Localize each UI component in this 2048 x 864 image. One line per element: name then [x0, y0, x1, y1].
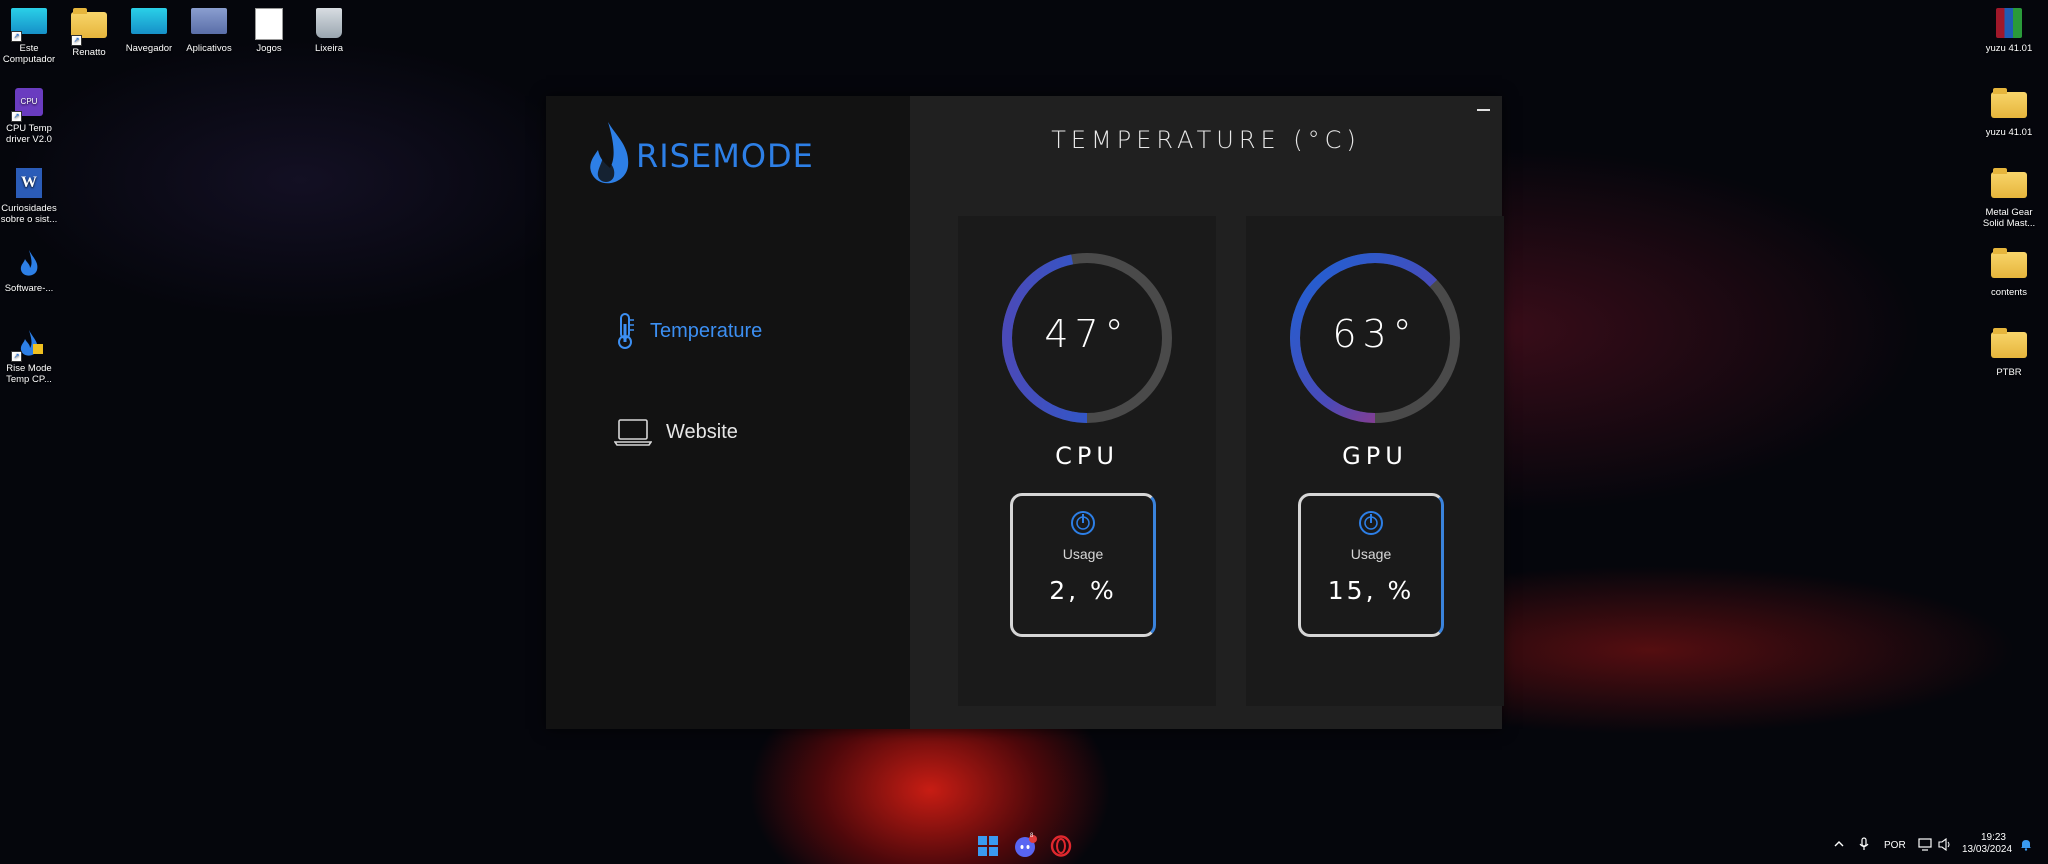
desktop-icon-metal-gear[interactable]: Metal Gear Solid Mast...: [1978, 168, 2040, 229]
cpu-usage-label: Usage: [1062, 546, 1104, 562]
apps-icon: [191, 8, 227, 40]
gpu-usage-value: 15, %: [1327, 576, 1415, 605]
cpu-temp-icon: CPU ↗: [11, 88, 47, 122]
document-icon: [251, 8, 287, 40]
clock[interactable]: 19:23 13/03/2024: [1962, 832, 2013, 856]
desktop-icon-curiosidades[interactable]: W Curiosidades sobre o sist...: [0, 168, 60, 225]
desktop-icon-contents[interactable]: contents: [1978, 248, 2040, 298]
windows-logo-icon: [978, 836, 998, 856]
cpu-usage-card: Usage 2, %: [1010, 493, 1156, 637]
minimize-button[interactable]: [1474, 102, 1492, 116]
risemode-logo: RISEMODE: [586, 120, 814, 192]
notification-bell-icon[interactable]: [2020, 838, 2032, 854]
winrar-icon: [1991, 8, 2027, 40]
flame-icon: [11, 248, 47, 280]
cpu-usage-value: 2, %: [1049, 576, 1117, 605]
desktop-icon-jogos[interactable]: Jogos: [238, 8, 300, 54]
clock-time: 19:23: [1980, 832, 2006, 843]
volume-icon[interactable]: [1938, 837, 1952, 854]
gpu-temp-value: 63°: [1332, 312, 1418, 356]
desktop-icon-software[interactable]: Software-...: [0, 248, 60, 294]
recycle-bin-icon: [311, 8, 347, 40]
gpu-usage-label: Usage: [1350, 546, 1392, 562]
desktop-icon-rise-mode[interactable]: ↗ Rise Mode Temp CP...: [0, 328, 60, 385]
thermometer-icon: [618, 313, 634, 349]
folder-icon: [1991, 168, 2027, 204]
nav-website-label: Website: [666, 420, 738, 443]
folder-icon: ↗: [71, 8, 107, 46]
desktop-icon-cpu-temp[interactable]: CPU ↗ CPU Temp driver V2.0: [0, 88, 60, 145]
desktop-icon-yuzu-rar[interactable]: yuzu 41.01: [1978, 8, 2040, 54]
discord-taskbar-button[interactable]: 8: [1014, 833, 1038, 862]
cpu-label: CPU: [1055, 442, 1119, 470]
desktop-icon-renatto[interactable]: ↗ Renatto: [58, 8, 120, 58]
windows-start-button[interactable]: [978, 836, 998, 860]
nav-temperature[interactable]: Temperature: [614, 312, 762, 350]
cpu-temp-value: 47°: [1044, 312, 1130, 356]
discord-badge: 8: [1030, 833, 1034, 839]
sidebar: RISEMODE Temperature Website: [546, 96, 910, 729]
desktop-icon-lixeira[interactable]: Lixeira: [298, 8, 360, 54]
microphone-icon[interactable]: [1858, 837, 1870, 854]
language-indicator[interactable]: POR: [1884, 840, 1906, 851]
opera-icon: [1050, 835, 1072, 857]
risemode-app-window: RISEMODE Temperature Website TEMPERATURE…: [546, 96, 1504, 729]
rise-mode-icon: ↗: [11, 328, 47, 362]
network-icon[interactable]: [1918, 838, 1932, 854]
folder-icon: [1991, 248, 2027, 284]
discord-icon: [1015, 835, 1037, 857]
gpu-usage-card: Usage 15, %: [1298, 493, 1444, 637]
nav-temperature-label: Temperature: [650, 319, 763, 342]
usage-gauge-icon: [1359, 511, 1383, 535]
desktop-icon-este-computador[interactable]: ↗ Este Computador: [0, 8, 60, 65]
desktop-icon-yuzu-folder[interactable]: yuzu 41.01: [1978, 88, 2040, 138]
desktop-icon-ptbr[interactable]: PTBR: [1978, 328, 2040, 378]
logo-text: RISEMODE: [636, 137, 814, 175]
desktop-icon-aplicativos[interactable]: Aplicativos: [178, 8, 240, 54]
clock-date: 13/03/2024: [1962, 844, 2013, 855]
computer-icon: ↗: [11, 8, 47, 42]
desktop-icon-navegador[interactable]: Navegador: [118, 8, 180, 54]
usage-gauge-icon: [1071, 511, 1095, 535]
opera-gx-taskbar-button[interactable]: [1050, 835, 1072, 861]
monitor-icon: [131, 8, 167, 40]
page-title: TEMPERATURE (°C): [1051, 126, 1361, 154]
cpu-panel: 47° CPU Usage 2, %: [958, 216, 1216, 706]
nav-website[interactable]: Website: [614, 417, 738, 447]
gpu-label: GPU: [1342, 442, 1408, 470]
gpu-panel: 63° GPU Usage 15, %: [1246, 216, 1504, 706]
folder-icon: [1991, 328, 2027, 364]
tray-chevron-icon[interactable]: [1833, 838, 1845, 853]
folder-icon: [1991, 88, 2027, 124]
word-doc-icon: W: [11, 168, 47, 200]
flame-logo-icon: [590, 122, 629, 184]
laptop-icon: [614, 419, 652, 446]
